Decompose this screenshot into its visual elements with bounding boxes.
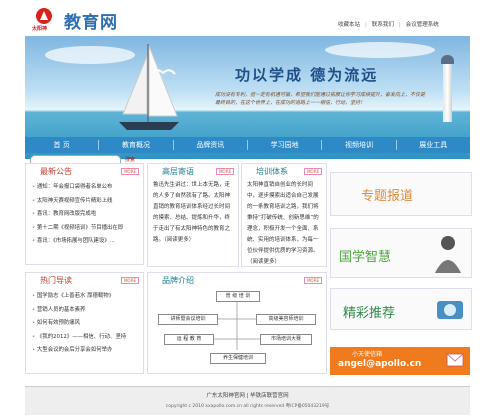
mailbox-label: 小天使信箱 (352, 351, 383, 358)
list-item[interactable]: 大型会议的会后分享会如何举办 (32, 344, 126, 358)
nav-tools[interactable]: 展业工具 (397, 140, 470, 150)
org-box[interactable]: 市场培训大赛 (260, 334, 312, 345)
nav-home[interactable]: 首 页 (25, 140, 100, 150)
divider: | (398, 22, 401, 28)
main-nav: 首 页 教育概况 品牌资讯 学习园地 视频培训 展业工具 (25, 137, 470, 153)
toplink-bookmark[interactable]: 收藏本站 (338, 22, 360, 28)
divider: | (365, 22, 367, 28)
list-item[interactable]: 通知：年会报口袋得者名单公布 (32, 181, 123, 195)
envelope-icon (446, 353, 464, 367)
org-box[interactable]: 讲师暨会议培训 (158, 314, 218, 325)
promo-label: 精彩推荐 (343, 306, 396, 321)
system-text: 太阳神直销自创业的长时间中，逐步摸索出适合自己发展的一条教育培训之路，我们将秉持… (247, 182, 319, 264)
system-title: 培训体系 (256, 167, 288, 176)
org-box[interactable]: 普 级 培 训 (216, 291, 260, 302)
scholar-icon (435, 236, 461, 273)
site-title[interactable]: 教育网 (64, 8, 118, 33)
hot-title: 热门导读 (40, 276, 72, 285)
lighthouse-icon (441, 55, 454, 122)
toplink-meeting[interactable]: 会议管理系统 (406, 22, 439, 28)
news-more-button[interactable]: MORE (121, 168, 139, 175)
logo-brand: 太阳神 (32, 26, 48, 32)
banner-slogan: 功以学成 德为流远 (235, 66, 379, 84)
footer-copyright: copyright c 2010 xxapollo.com.cn all rig… (165, 404, 330, 409)
list-item[interactable]: 喜讯：教育网改版完成啦 (32, 208, 123, 222)
list-item[interactable]: 第十二期《视频培训》节目播出在即 (32, 222, 123, 236)
page: 太阳神 教育网 收藏本站 | 联系我们 | 会议管理系统 功以学成 德为流远 成功没有专… (0, 0, 495, 418)
mailbox-email[interactable]: angel@apollo.cn (338, 359, 421, 369)
promo-label: 专题报道 (361, 189, 414, 204)
sailboat-icon (119, 44, 179, 130)
nav-brand-news[interactable]: 品牌资讯 (174, 140, 248, 150)
list-item[interactable]: 国学励志《上善若水 厚德载物》 (32, 290, 126, 304)
list-item[interactable]: 营销人员的基本素养 (32, 304, 126, 318)
quote-panel: 高层寄语 MORE 鲁迅先生讲过：世上本无路，走的人多了自然就有了路。太阳神直销… (147, 163, 239, 267)
camera-icon (437, 301, 463, 319)
toplink-contact[interactable]: 联系我们 (372, 22, 394, 28)
promo-recommend[interactable]: 精彩推荐 (330, 288, 472, 330)
quote-title: 高层寄语 (162, 167, 194, 176)
nav-study[interactable]: 学习园地 (248, 140, 323, 150)
org-box[interactable]: 养生保健培训 (210, 353, 266, 364)
nav-overview[interactable]: 教育概况 (99, 140, 174, 150)
promo-label: 国学智慧 (339, 250, 392, 265)
quote-text: 鲁迅先生讲过：世上本无路，走的人多了自然就有了路。太阳神直销的教育培训体系经过长… (153, 182, 231, 243)
quote-more-button[interactable]: MORE (216, 168, 234, 175)
org-box[interactable]: 运 程 教 育 (164, 334, 214, 345)
logo-icon[interactable] (36, 8, 52, 24)
list-item[interactable]: 如何有效预防痛风 (32, 317, 126, 331)
system-more-button[interactable]: MORE (304, 168, 322, 175)
footer-links[interactable]: 广东太阳神官网 | 毕铁店联营官网 (25, 391, 470, 399)
hot-more-button[interactable]: MORE (121, 277, 139, 284)
hot-panel: 热门导读 MORE 国学励志《上善若水 厚德载物》 营销人员的基本素养 如何有效… (25, 272, 144, 374)
brand-panel: 品牌介绍 MORE 普 级 培 训 讲师暨会议培训 高级美容师培训 运 程 教 … (147, 272, 327, 374)
news-list: 通知：年会报口袋得者名单公布 太阳神天赛视频宣传片精彩上线 喜讯：教育网改版完成… (32, 181, 123, 249)
promo-special-report[interactable]: 专题报道 (330, 172, 472, 216)
mailbox-banner[interactable]: 小天使信箱 angel@apollo.cn (330, 347, 470, 375)
list-item[interactable]: 太阳神天赛视频宣传片精彩上线 (32, 195, 123, 209)
org-box[interactable]: 高级美容师培训 (256, 314, 316, 325)
top-links: 收藏本站 | 联系我们 | 会议管理系统 (338, 20, 439, 28)
list-item[interactable]: 《我的2012》——相信、行动、坚持 (32, 331, 126, 345)
footer: 广东太阳神官网 | 毕铁店联营官网 copyright c 2010 xxapo… (25, 386, 470, 415)
list-item[interactable]: 喜讯：《市场拓展与团队建设》... (32, 235, 123, 249)
hot-list: 国学励志《上善若水 厚德载物》 营销人员的基本素养 如何有效预防痛风 《我的20… (32, 290, 126, 358)
promo-guoxue[interactable]: 国学智慧 (330, 228, 472, 278)
seagull-icon (150, 69, 176, 75)
system-panel: 培训体系 MORE 太阳神直销自创业的长时间中，逐步摸索出适合自己发展的一条教育… (241, 163, 327, 267)
news-panel: 最新公告 MORE 通知：年会报口袋得者名单公布 太阳神天赛视频宣传片精彩上线 … (25, 163, 144, 265)
news-title: 最新公告 (40, 167, 72, 176)
nav-video[interactable]: 视频培训 (322, 140, 397, 150)
cloud (325, 42, 435, 58)
banner-description: 成功没有专利，但一定有机遇可循，希望我们能通过拓展让你学习成绩提升，奋发向上，不… (215, 92, 426, 106)
